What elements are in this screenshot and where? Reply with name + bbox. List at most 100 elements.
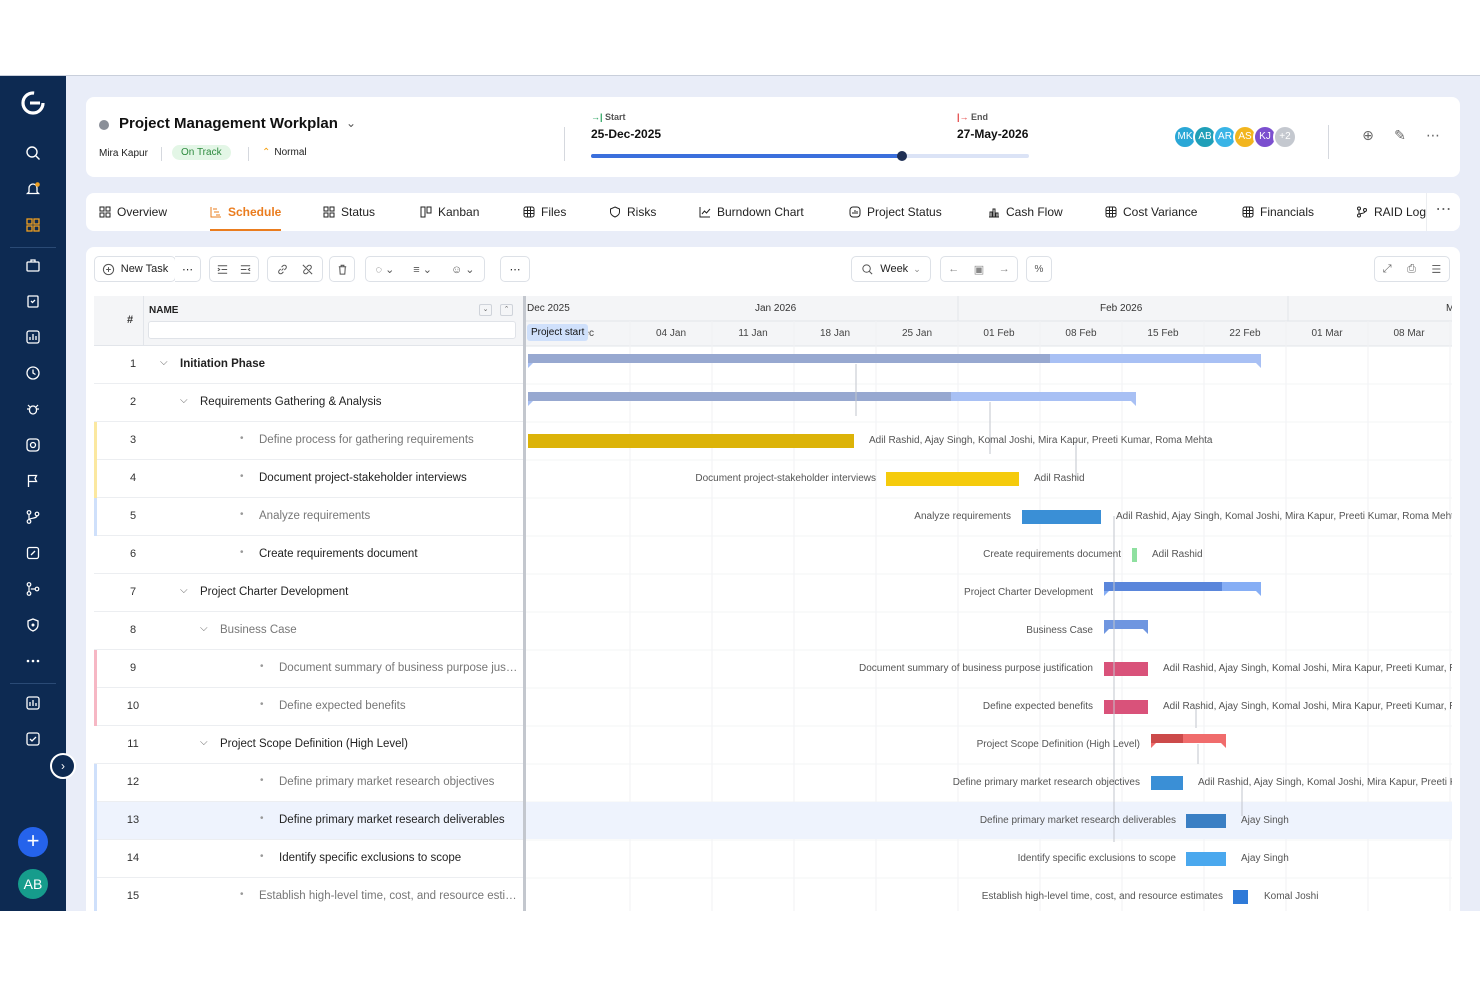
task-name[interactable]: Project Scope Definition (High Level) — [220, 738, 519, 750]
edit-doc-icon[interactable] — [23, 543, 43, 563]
table-row[interactable]: 5 • Analyze requirements — [94, 498, 524, 536]
more-options-icon[interactable]: ⋯ — [1424, 127, 1442, 145]
sidebar-expand-button[interactable]: › — [50, 753, 76, 779]
outdent-icon[interactable] — [239, 263, 252, 276]
bell-icon[interactable] — [23, 179, 43, 199]
task-name[interactable]: Project Charter Development — [200, 586, 519, 598]
clipboard-icon[interactable] — [23, 291, 43, 311]
team-avatar[interactable]: +2 — [1273, 125, 1297, 149]
clock-icon[interactable] — [23, 363, 43, 383]
chevron-down-icon[interactable]: ⌵ — [200, 737, 208, 748]
table-row[interactable]: 14 • Identify specific exclusions to scope — [94, 840, 524, 878]
task-name[interactable]: Document summary of business purpose jus… — [279, 662, 519, 674]
status-circle-icon[interactable]: ◌ ⌄ — [375, 263, 394, 276]
link-group[interactable] — [267, 256, 323, 282]
grid-apps-icon[interactable] — [23, 215, 43, 235]
more-new-task-button[interactable]: ⋯ — [175, 256, 201, 282]
project-title[interactable]: Project Management Workplan — [119, 115, 338, 132]
app-logo-icon[interactable] — [20, 90, 46, 116]
dashboard-icon[interactable] — [23, 327, 43, 347]
task-name[interactable]: Define process for gathering requirement… — [259, 434, 519, 446]
branch-icon[interactable] — [23, 507, 43, 527]
more-tabs-icon[interactable]: ⋯ — [1426, 193, 1460, 231]
chevron-down-icon[interactable]: ⌵ — [200, 623, 208, 634]
add-button[interactable]: + — [18, 827, 48, 857]
status-badge[interactable]: On Track — [172, 145, 231, 160]
end-date[interactable]: 27-May-2026 — [957, 127, 1028, 141]
delete-button[interactable] — [329, 256, 355, 282]
task-name[interactable]: Establish high-level time, cost, and res… — [259, 890, 519, 902]
status-priority-assign-group[interactable]: ◌ ⌄ ≡ ⌄ ☺ ⌄ — [365, 256, 485, 282]
table-row[interactable]: 12 • Define primary market research object… — [94, 764, 524, 802]
tab-burndown-chart[interactable]: Burndown Chart — [699, 193, 804, 231]
reports-icon[interactable] — [23, 693, 43, 713]
table-row[interactable]: 13 • Define primary market research delive… — [94, 802, 524, 840]
timeline-nav-group[interactable]: ← ▣ → — [940, 256, 1018, 282]
search-icon[interactable] — [23, 143, 43, 163]
checklist-icon[interactable] — [23, 729, 43, 749]
calendar-icon[interactable]: ▣ — [974, 263, 984, 276]
chevron-down-icon[interactable]: ⌵ — [180, 585, 188, 596]
task-name[interactable]: Initiation Phase — [180, 358, 519, 370]
unlink-icon[interactable] — [301, 263, 314, 276]
table-row[interactable]: 2 ⌵ Requirements Gathering & Analysis — [94, 384, 524, 422]
task-name[interactable]: Define primary market research objective… — [279, 776, 519, 788]
settings-sliders-icon[interactable]: ☰ — [1431, 263, 1441, 276]
expand-all-icon[interactable]: ⌄ — [479, 304, 492, 316]
tab-raid-log[interactable]: RAID Log — [1356, 193, 1426, 231]
name-filter-input[interactable] — [148, 321, 516, 339]
print-icon[interactable]: ⎙ — [1407, 263, 1416, 276]
critical-path-button[interactable]: % — [1026, 256, 1052, 282]
table-row[interactable]: 10 • Define expected benefits — [94, 688, 524, 726]
priority-badge[interactable]: ⌃ Normal — [262, 147, 307, 158]
task-name[interactable]: Define expected benefits — [279, 700, 519, 712]
table-row[interactable]: 8 ⌵ Business Case — [94, 612, 524, 650]
bug-icon[interactable] — [23, 399, 43, 419]
name-column-header[interactable]: NAME — [149, 305, 178, 316]
workflow-icon[interactable] — [23, 579, 43, 599]
task-name[interactable]: Create requirements document — [259, 548, 519, 560]
target-icon[interactable] — [23, 435, 43, 455]
tab-schedule[interactable]: Schedule — [210, 193, 282, 231]
task-name[interactable]: Analyze requirements — [259, 510, 519, 522]
more-toolbar-button[interactable]: ⋯ — [500, 256, 530, 282]
fullscreen-icon[interactable]: ⤢ — [1383, 263, 1392, 276]
table-row[interactable]: 15 • Establish high-level time, cost, and … — [94, 878, 524, 911]
tab-overview[interactable]: Overview — [99, 193, 167, 231]
link-icon[interactable] — [276, 263, 289, 276]
table-row[interactable]: 6 • Create requirements document — [94, 536, 524, 574]
task-name[interactable]: Requirements Gathering & Analysis — [200, 396, 519, 408]
new-task-button[interactable]: New Task — [94, 256, 176, 282]
table-row[interactable]: 1 ⌵ Initiation Phase — [94, 346, 524, 384]
tab-status[interactable]: Status — [323, 193, 375, 231]
table-row[interactable]: 4 • Document project-stakeholder interview… — [94, 460, 524, 498]
indent-icon[interactable] — [216, 263, 229, 276]
start-date[interactable]: 25-Dec-2025 — [591, 127, 661, 141]
tab-project-status[interactable]: Project Status — [849, 193, 942, 231]
chevron-down-icon[interactable]: ⌵ — [160, 357, 168, 368]
indent-outdent-group[interactable] — [209, 256, 259, 282]
tab-risks[interactable]: Risks — [609, 193, 656, 231]
add-circle-icon[interactable]: ⊕ — [1359, 127, 1377, 145]
arrow-left-icon[interactable]: ← — [948, 263, 959, 275]
tab-cash-flow[interactable]: Cash Flow — [988, 193, 1063, 231]
more-dots-icon[interactable] — [23, 651, 43, 671]
priority-lines-icon[interactable]: ≡ ⌄ — [413, 263, 432, 276]
task-name[interactable]: Identify specific exclusions to scope — [279, 852, 519, 864]
tab-files[interactable]: Files — [523, 193, 566, 231]
tab-cost-variance[interactable]: Cost Variance — [1105, 193, 1197, 231]
collapse-all-icon[interactable]: ⌃ — [500, 304, 513, 316]
task-name[interactable]: Document project-stakeholder interviews — [259, 472, 519, 484]
task-name[interactable]: Define primary market research deliverab… — [279, 814, 519, 826]
table-row[interactable]: 7 ⌵ Project Charter Development — [94, 574, 524, 612]
chevron-down-icon[interactable]: ⌄ — [346, 116, 356, 130]
arrow-right-icon[interactable]: → — [999, 263, 1010, 275]
flag-icon[interactable] — [23, 471, 43, 491]
chevron-down-icon[interactable]: ⌵ — [180, 395, 188, 406]
tab-financials[interactable]: Financials — [1242, 193, 1314, 231]
table-row[interactable]: 3 • Define process for gathering requireme… — [94, 422, 524, 460]
assign-user-icon[interactable]: ☺ ⌄ — [451, 263, 475, 276]
progress-knob[interactable] — [896, 151, 907, 161]
tab-kanban[interactable]: Kanban — [420, 193, 479, 231]
user-avatar[interactable]: AB — [18, 869, 48, 899]
